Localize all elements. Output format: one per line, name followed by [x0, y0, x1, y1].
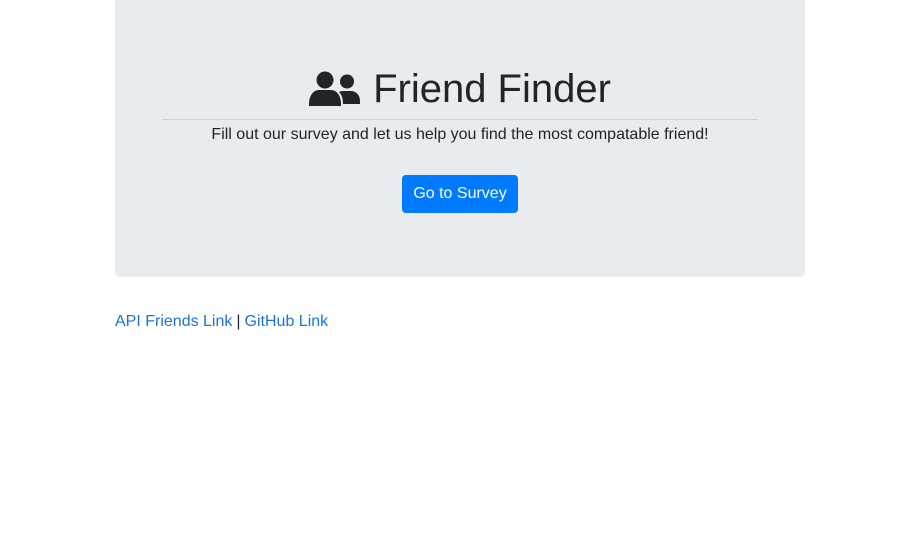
footer-links: API Friends Link | GitHub Link — [115, 311, 328, 333]
page-title: Friend Finder — [115, 64, 805, 114]
divider — [162, 119, 758, 120]
link-separator: | — [236, 313, 241, 330]
github-link[interactable]: GitHub Link — [245, 313, 329, 330]
main-container: Friend Finder Fill out our survey and le… — [115, 0, 805, 330]
page-title-text: Friend Finder — [373, 67, 611, 111]
jumbotron: Friend Finder Fill out our survey and le… — [115, 0, 805, 277]
api-friends-link[interactable]: API Friends Link — [115, 313, 232, 330]
go-to-survey-button[interactable]: Go to Survey — [402, 175, 518, 213]
user-friends-icon — [309, 71, 361, 107]
subtitle: Fill out our survey and let us help you … — [211, 126, 709, 143]
